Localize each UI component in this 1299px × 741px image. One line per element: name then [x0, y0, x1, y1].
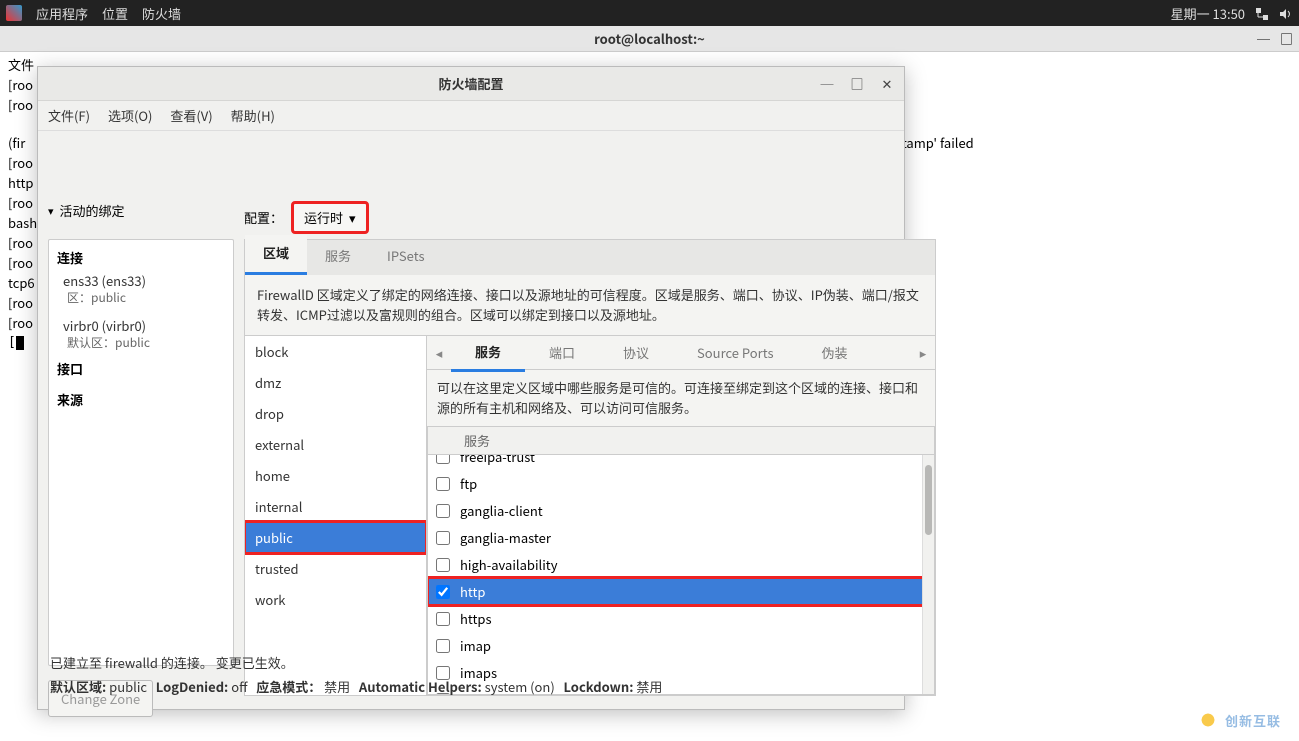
chevron-down-icon: ▾ [48, 203, 54, 219]
close-icon[interactable]: ✕ [878, 74, 896, 93]
service-row-freeipa-trust[interactable]: freeipa-trust [428, 455, 934, 470]
service-checkbox[interactable] [436, 504, 450, 518]
status-line-1: 已建立至 firewalld 的连接。 变更已生效。 [50, 651, 892, 675]
tab-services[interactable]: 服务 [307, 238, 369, 275]
maximize-icon[interactable]: □ [848, 74, 866, 93]
zone-item-drop[interactable]: drop [245, 398, 426, 429]
service-label: high-availability [460, 555, 557, 574]
topbar-right: 星期一 13:50 [1171, 4, 1293, 23]
service-checkbox[interactable] [436, 558, 450, 572]
minimize-icon[interactable]: ─ [818, 74, 836, 93]
service-row-http[interactable]: http [428, 578, 934, 605]
topbar-left: 应用程序 位置 防火墙 [6, 4, 181, 23]
zone-item-external[interactable]: external [245, 429, 426, 460]
watermark: 创新互联 [1197, 709, 1281, 731]
service-label: freeipa-trust [460, 455, 535, 466]
zone-description: FirewallD 区域定义了绑定的网络连接、接口以及源地址的可信程度。区域是服… [244, 275, 936, 336]
service-row-ganglia-client[interactable]: ganglia-client [428, 497, 934, 524]
service-label: ganglia-client [460, 501, 543, 520]
service-label: http [460, 582, 485, 601]
subtab-source-ports[interactable]: Source Ports [673, 335, 798, 370]
service-row-ftp[interactable]: ftp [428, 470, 934, 497]
volume-icon[interactable] [1279, 6, 1293, 20]
menu-places[interactable]: 位置 [102, 4, 128, 23]
tab-ipsets[interactable]: IPSets [369, 238, 443, 275]
connection-item[interactable]: virbr0 (virbr0) [63, 316, 225, 335]
status-bar: 已建立至 firewalld 的连接。 变更已生效。 默认区域: public … [38, 641, 904, 709]
scroll-right-icon[interactable]: ▸ [911, 343, 935, 362]
connection-item[interactable]: ens33 (ens33) [63, 271, 225, 290]
subtab-ports[interactable]: 端口 [525, 335, 599, 370]
minimize-icon[interactable]: ─ [1257, 29, 1270, 48]
connections-section: 连接 [57, 248, 225, 267]
service-row-high-availability[interactable]: high-availability [428, 551, 934, 578]
gnome-topbar: 应用程序 位置 防火墙 星期一 13:50 [0, 0, 1299, 26]
service-checkbox[interactable] [436, 455, 450, 464]
zone-item-trusted[interactable]: trusted [245, 553, 426, 584]
service-list-header: 服务 [427, 426, 935, 455]
maximize-icon[interactable]: □ [1280, 29, 1293, 48]
active-bindings-header[interactable]: ▾ 活动的绑定 [48, 201, 125, 220]
config-row: 配置： 运行时 ▾ [244, 201, 369, 234]
zone-item-home[interactable]: home [245, 460, 426, 491]
service-description: 可以在这里定义区域中哪些服务是可信的。可连接至绑定到这个区域的连接、接口和源的所… [427, 370, 935, 426]
service-label: ftp [460, 474, 477, 493]
sources-section: 来源 [57, 390, 225, 409]
zone-item-dmz[interactable]: dmz [245, 367, 426, 398]
terminal-titlebar: root@localhost:~ ─ □ [0, 26, 1299, 52]
network-icon[interactable] [1255, 6, 1269, 20]
menu-view[interactable]: 查看(V) [170, 106, 212, 125]
clock[interactable]: 星期一 13:50 [1171, 4, 1245, 23]
interfaces-section: 接口 [57, 359, 225, 378]
config-value: 运行时 [304, 208, 343, 227]
scrollbar-thumb[interactable] [925, 465, 932, 535]
menu-firewall[interactable]: 防火墙 [142, 4, 181, 23]
zone-item-block[interactable]: block [245, 336, 426, 367]
service-checkbox[interactable] [436, 531, 450, 545]
right-column: 区域 服务 IPSets FirewallD 区域定义了绑定的网络连接、接口以及… [244, 239, 936, 696]
config-dropdown[interactable]: 运行时 ▾ [291, 201, 369, 234]
config-label: 配置： [244, 208, 283, 227]
scrollbar[interactable] [922, 455, 934, 694]
active-bindings-label: 活动的绑定 [60, 201, 125, 220]
terminal-window-buttons: ─ □ [1257, 29, 1293, 48]
status-line-2: 默认区域: public LogDenied: off 应急模式： 禁用 Aut… [50, 675, 892, 699]
menu-file[interactable]: 文件(F) [48, 106, 90, 125]
watermark-logo-icon [1197, 709, 1219, 731]
connection-zone: 默认区：public [67, 335, 225, 351]
dialog-titlebar: 防火墙配置 ─ □ ✕ [38, 67, 904, 101]
service-label: ganglia-master [460, 528, 551, 547]
service-checkbox[interactable] [436, 477, 450, 491]
service-checkbox[interactable] [436, 612, 450, 626]
bindings-box: 连接 ens33 (ens33) 区：public virbr0 (virbr0… [48, 239, 234, 666]
service-checkbox[interactable] [436, 585, 450, 599]
scroll-left-icon[interactable]: ◂ [427, 343, 451, 362]
chevron-down-icon: ▾ [349, 208, 356, 227]
menu-help[interactable]: 帮助(H) [231, 106, 275, 125]
menu-options[interactable]: 选项(O) [108, 106, 152, 125]
tab-zones[interactable]: 区域 [245, 235, 307, 275]
zone-item-public[interactable]: public [245, 522, 426, 553]
subtab-masquerading[interactable]: 伪装 [798, 335, 872, 370]
service-label: https [460, 609, 492, 628]
subtab-services[interactable]: 服务 [451, 334, 525, 372]
firewall-config-dialog: 防火墙配置 ─ □ ✕ 文件(F) 选项(O) 查看(V) 帮助(H) ▾ 活动… [37, 66, 905, 710]
zone-item-internal[interactable]: internal [245, 491, 426, 522]
dialog-title: 防火墙配置 [438, 74, 503, 93]
main-tabs: 区域 服务 IPSets [244, 239, 936, 275]
service-row-https[interactable]: https [428, 605, 934, 632]
subtab-protocols[interactable]: 协议 [599, 335, 673, 370]
service-row-ganglia-master[interactable]: ganglia-master [428, 524, 934, 551]
zone-subtabs: ◂ 服务 端口 协议 Source Ports 伪装 ▸ [427, 336, 935, 370]
watermark-text: 创新互联 [1225, 711, 1281, 730]
zone-item-work[interactable]: work [245, 584, 426, 615]
dialog-menubar: 文件(F) 选项(O) 查看(V) 帮助(H) [38, 101, 904, 131]
activities-icon[interactable] [6, 5, 22, 21]
menu-applications[interactable]: 应用程序 [36, 4, 88, 23]
terminal-title: root@localhost:~ [594, 29, 705, 48]
connection-zone: 区：public [67, 290, 225, 306]
